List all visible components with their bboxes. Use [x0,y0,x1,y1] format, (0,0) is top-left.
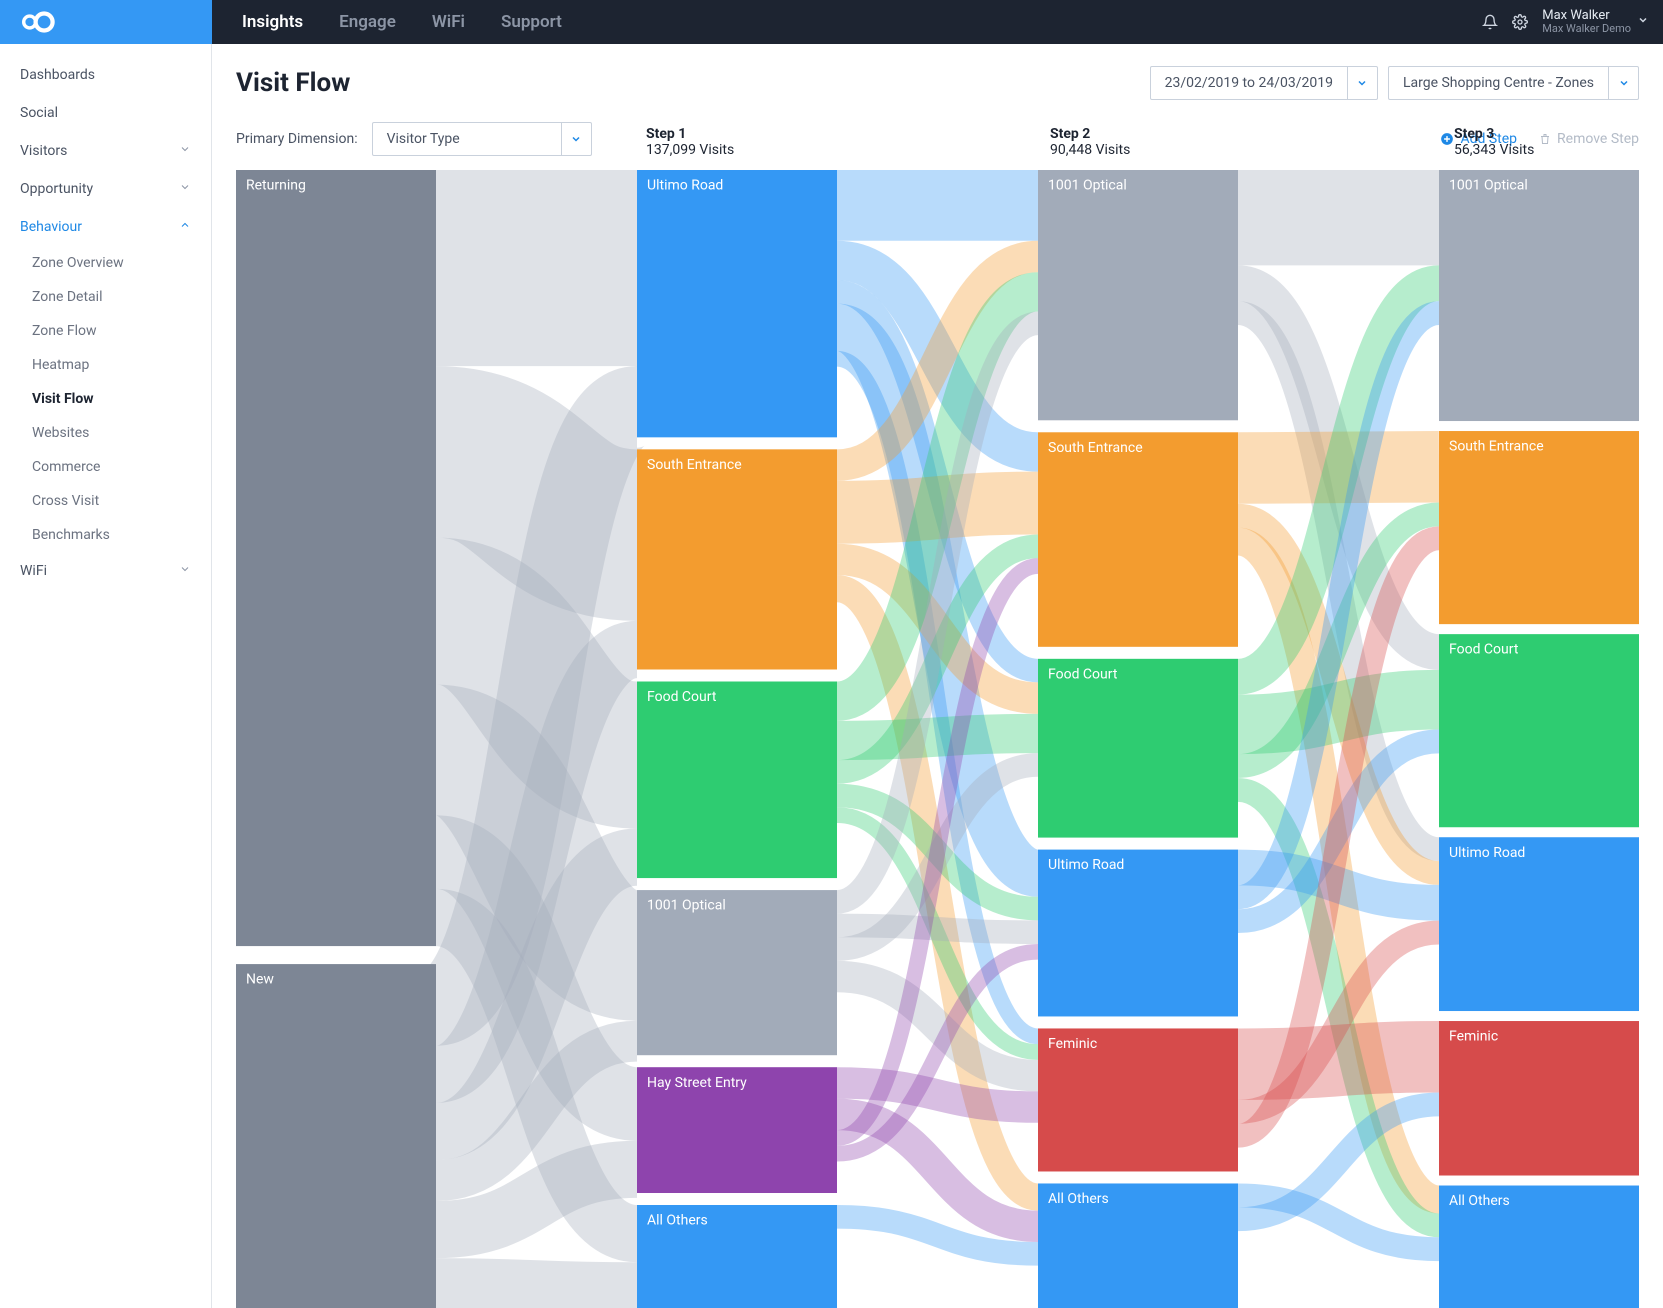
sankey-node-label: Food Court [1449,642,1519,658]
sankey-link[interactable] [1238,1057,1439,1064]
sidebar-subitem-cross-visit[interactable]: Cross Visit [0,484,211,518]
page-title: Visit Flow [236,68,350,98]
sankey-node-label: Feminic [1449,1029,1498,1045]
user-org: Max Walker Demo [1542,23,1631,35]
sankey-node[interactable] [1439,431,1639,624]
trash-icon [1539,132,1551,146]
sidebar-item-behaviour[interactable]: Behaviour [0,208,211,246]
chevron-up-icon [179,219,191,235]
chevron-down-icon [179,181,191,197]
sankey-node-label: Food Court [1048,666,1118,682]
sankey-node-label: Hay Street Entry [647,1075,747,1091]
sidebar-item-social[interactable]: Social [0,94,211,132]
sankey-node[interactable] [1038,850,1238,1017]
add-step-button[interactable]: Add Step [1440,131,1517,147]
chevron-down-icon [1347,67,1377,99]
sidebar-subitem-zone-detail[interactable]: Zone Detail [0,280,211,314]
sankey-node-label: Food Court [647,689,717,705]
chevron-down-icon [561,123,591,155]
topbar: InsightsEngageWiFiSupport Max Walker Max… [0,0,1663,44]
user-name: Max Walker [1542,9,1631,23]
sidebar: DashboardsSocialVisitorsOpportunityBehav… [0,44,212,1308]
sankey-node-label: 1001 Optical [647,898,726,914]
sidebar-item-visitors[interactable]: Visitors [0,132,211,170]
sankey-node[interactable] [1038,432,1238,647]
sidebar-subitem-visit-flow[interactable]: Visit Flow [0,382,211,416]
chevron-down-icon [1608,67,1638,99]
sankey-node-label: Ultimo Road [1048,857,1124,873]
sidebar-subitem-websites[interactable]: Websites [0,416,211,450]
main-content: Visit Flow 23/02/2019 to 24/03/2019 Larg… [212,44,1663,1308]
sidebar-item-wifi[interactable]: WiFi [0,552,211,590]
sankey-node-label: All Others [1449,1193,1510,1209]
chevron-down-icon [179,143,191,159]
remove-step-button: Remove Step [1539,131,1639,147]
notifications-icon[interactable] [1482,14,1498,30]
sankey-node-label: South Entrance [1449,439,1544,455]
nav-tabs: InsightsEngageWiFiSupport [212,0,580,44]
primary-dimension-value: Visitor Type [373,131,561,147]
sankey-node[interactable] [1038,170,1238,420]
sankey-chart: Step 1137,099 VisitsStep 290,448 VisitsS… [236,170,1639,1308]
sankey-node-label: Feminic [1048,1036,1097,1052]
sankey-node-label: South Entrance [1048,440,1143,456]
sankey-node-label: Returning [246,178,306,194]
sankey-node-label: Ultimo Road [647,178,723,194]
nav-tab-engage[interactable]: Engage [321,0,414,44]
location-value: Large Shopping Centre - Zones [1389,75,1608,91]
sankey-node-label: New [246,972,274,988]
sidebar-subitem-benchmarks[interactable]: Benchmarks [0,518,211,552]
sankey-node-label: 1001 Optical [1449,178,1528,194]
sankey-node[interactable] [1439,170,1639,421]
brand-logo[interactable] [0,0,212,44]
nav-tab-insights[interactable]: Insights [224,0,321,44]
sankey-node[interactable] [1038,659,1238,838]
primary-dimension-select[interactable]: Visitor Type [372,122,592,156]
sankey-node[interactable] [637,449,837,669]
sankey-node[interactable] [236,170,436,946]
sankey-node[interactable] [1439,634,1639,827]
sankey-node-label: South Entrance [647,457,742,473]
sidebar-subitem-zone-flow[interactable]: Zone Flow [0,314,211,348]
sankey-node[interactable] [236,964,436,1308]
brand-logo-icon [22,9,56,35]
nav-tab-wifi[interactable]: WiFi [414,0,483,44]
sankey-link[interactable] [436,1283,637,1287]
sankey-node-label: 1001 Optical [1048,178,1127,194]
sankey-node[interactable] [637,890,837,1055]
sankey-node[interactable] [1439,837,1639,1011]
sankey-node-label: All Others [647,1213,708,1229]
sidebar-subitem-zone-overview[interactable]: Zone Overview [0,246,211,280]
sankey-node-label: Ultimo Road [1449,845,1525,861]
sidebar-item-opportunity[interactable]: Opportunity [0,170,211,208]
sankey-node[interactable] [637,682,837,879]
user-menu[interactable]: Max Walker Max Walker Demo [1542,9,1649,35]
date-range-select[interactable]: 23/02/2019 to 24/03/2019 [1150,66,1378,100]
chevron-down-icon [1637,14,1649,30]
location-select[interactable]: Large Shopping Centre - Zones [1388,66,1639,100]
sankey-node[interactable] [637,170,837,437]
nav-tab-support[interactable]: Support [483,0,580,44]
plus-circle-icon [1440,132,1454,146]
sankey-link[interactable] [1238,700,1439,725]
date-range-value: 23/02/2019 to 24/03/2019 [1151,75,1347,91]
chevron-down-icon [179,563,191,579]
sidebar-subitem-heatmap[interactable]: Heatmap [0,348,211,382]
sankey-link[interactable] [837,734,1038,741]
primary-dimension-label: Primary Dimension: [236,131,358,147]
settings-gear-icon[interactable] [1512,14,1528,30]
sidebar-item-dashboards[interactable]: Dashboards [0,56,211,94]
sidebar-subitem-commerce[interactable]: Commerce [0,450,211,484]
sankey-node-label: All Others [1048,1191,1109,1207]
